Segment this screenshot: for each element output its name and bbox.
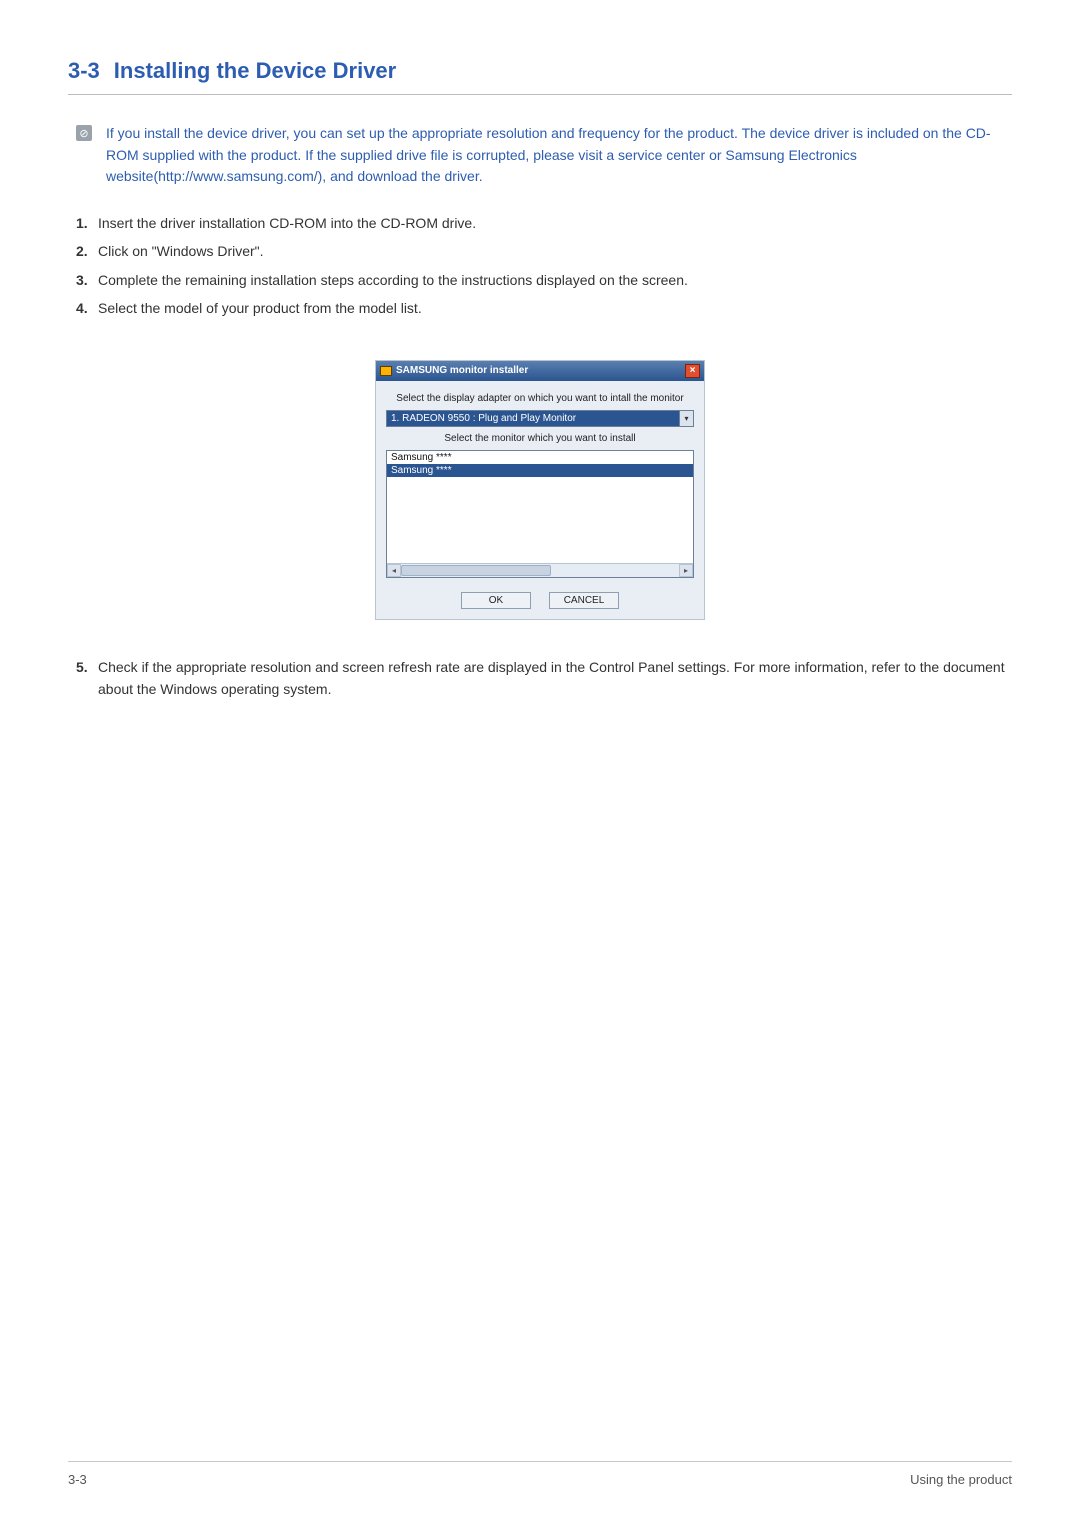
- chevron-down-icon: ▾: [684, 414, 688, 423]
- scroll-left-button[interactable]: ◂: [387, 564, 401, 577]
- dialog-titlebar: SAMSUNG monitor installer ×: [376, 361, 704, 381]
- scroll-track[interactable]: [401, 564, 679, 577]
- scroll-right-button[interactable]: ▸: [679, 564, 693, 577]
- monitor-list[interactable]: Samsung **** Samsung **** ◂ ▸: [386, 450, 694, 578]
- scroll-thumb[interactable]: [401, 565, 551, 576]
- step-item: Select the model of your product from th…: [76, 297, 1012, 319]
- note-icon-glyph: ⊘: [79, 127, 88, 140]
- adapter-dropdown-button[interactable]: ▾: [680, 410, 694, 427]
- page-footer: 3-3 Using the product: [68, 1461, 1012, 1487]
- cancel-button[interactable]: CANCEL: [549, 592, 619, 609]
- footer-right: Using the product: [910, 1472, 1012, 1487]
- chevron-right-icon: ▸: [684, 566, 688, 575]
- section-heading: 3-3 Installing the Device Driver: [68, 58, 1012, 95]
- installer-dialog: SAMSUNG monitor installer × Select the d…: [375, 360, 705, 620]
- section-number: 3-3: [68, 58, 100, 83]
- dialog-app-icon: [380, 366, 392, 376]
- adapter-label: Select the display adapter on which you …: [386, 393, 694, 404]
- close-icon: ×: [690, 366, 696, 376]
- embedded-screenshot: SAMSUNG monitor installer × Select the d…: [68, 360, 1012, 620]
- note-text: If you install the device driver, you ca…: [106, 123, 1012, 188]
- note-icon: ⊘: [76, 125, 92, 141]
- step-item: Check if the appropriate resolution and …: [76, 656, 1012, 701]
- steps-list-continued: Check if the appropriate resolution and …: [68, 656, 1012, 701]
- adapter-select-value: 1. RADEON 9550 : Plug and Play Monitor: [386, 410, 680, 427]
- section-title: Installing the Device Driver: [114, 58, 396, 83]
- footer-left: 3-3: [68, 1472, 87, 1487]
- monitor-label: Select the monitor which you want to ins…: [386, 433, 694, 444]
- list-item[interactable]: Samsung ****: [387, 464, 693, 477]
- note-block: ⊘ If you install the device driver, you …: [68, 123, 1012, 188]
- step-item: Insert the driver installation CD-ROM in…: [76, 212, 1012, 234]
- steps-list: Insert the driver installation CD-ROM in…: [68, 212, 1012, 320]
- step-item: Complete the remaining installation step…: [76, 269, 1012, 291]
- horizontal-scrollbar[interactable]: ◂ ▸: [387, 563, 693, 577]
- ok-button[interactable]: OK: [461, 592, 531, 609]
- list-item[interactable]: Samsung ****: [387, 451, 693, 464]
- chevron-left-icon: ◂: [392, 566, 396, 575]
- dialog-title-text: SAMSUNG monitor installer: [396, 365, 528, 376]
- step-item: Click on "Windows Driver".: [76, 240, 1012, 262]
- adapter-select[interactable]: 1. RADEON 9550 : Plug and Play Monitor ▾: [386, 410, 694, 427]
- close-button[interactable]: ×: [685, 364, 700, 378]
